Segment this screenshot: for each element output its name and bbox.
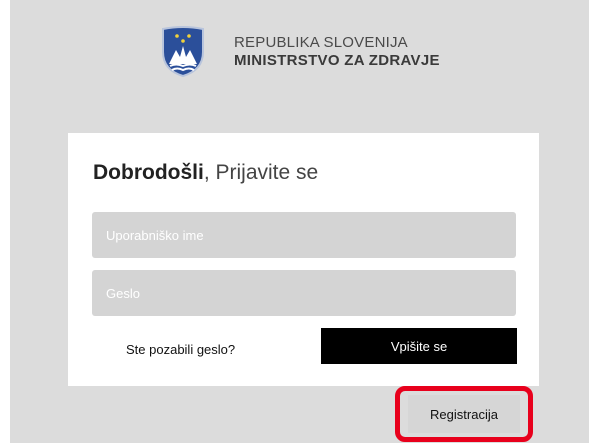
welcome-text: Dobrodošli [93,161,204,184]
ministry-name: MINISTRSTVO ZA ZDRAVJE [234,52,440,69]
ministry-brand: REPUBLIKA SLOVENIJA MINISTRSTVO ZA ZDRAV… [234,34,440,70]
country-name: REPUBLIKA SLOVENIJA [234,34,408,51]
forgot-password-link[interactable]: Ste pozabili geslo? [126,342,235,357]
login-title: Dobrodošli, Prijavite se [93,161,318,185]
username-input[interactable] [92,212,516,258]
login-card: Dobrodošli, Prijavite se Ste pozabili ge… [68,133,539,386]
register-button[interactable]: Registracija [408,395,520,433]
coat-of-arms-icon [162,26,204,78]
password-input[interactable] [92,270,516,316]
login-subtitle: , Prijavite se [203,161,319,184]
login-button[interactable]: Vpišite se [321,328,517,364]
